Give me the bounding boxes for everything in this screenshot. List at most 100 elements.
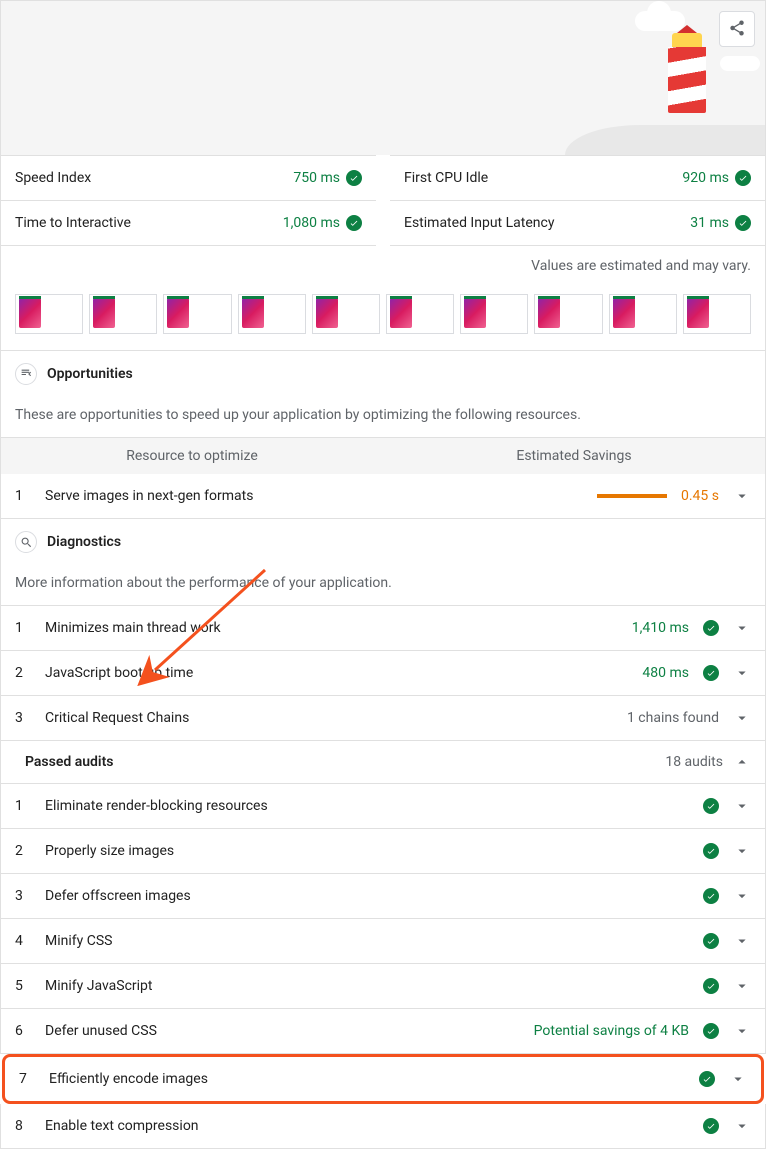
row-index: 6 bbox=[15, 1023, 31, 1039]
diagnostic-row[interactable]: 3 Critical Request Chains 1 chains found bbox=[0, 696, 766, 741]
audit-title: Properly size images bbox=[45, 843, 689, 859]
audit-title: Efficiently encode images bbox=[49, 1071, 685, 1087]
audit-title: Critical Request Chains bbox=[45, 710, 613, 726]
opportunities-columns: Resource to optimize Estimated Savings bbox=[0, 437, 766, 474]
diagnostic-value: 480 ms bbox=[642, 665, 689, 681]
section-title: Opportunities bbox=[47, 366, 133, 382]
magnify-icon bbox=[15, 531, 37, 553]
diagnostic-row[interactable]: 2JavaScript boot-up time480 ms bbox=[0, 651, 766, 696]
opportunities-icon bbox=[15, 363, 37, 385]
chevron-down-icon bbox=[729, 1070, 747, 1088]
passed-audits-header[interactable]: Passed audits 18 audits bbox=[0, 741, 766, 783]
passed-count: 18 audits bbox=[665, 754, 723, 770]
share-icon bbox=[728, 19, 746, 40]
audit-title: Minify JavaScript bbox=[45, 978, 689, 994]
filmstrip-thumb[interactable] bbox=[89, 294, 157, 334]
chevron-down-icon bbox=[733, 1117, 751, 1135]
report-header bbox=[0, 0, 766, 155]
opportunities-desc: These are opportunities to speed up your… bbox=[0, 397, 766, 437]
opportunities-section-header: Opportunities bbox=[0, 351, 766, 397]
metric-label: Speed Index bbox=[15, 170, 91, 186]
passed-audit-row[interactable]: 3 Defer offscreen images bbox=[0, 874, 766, 919]
pass-check-icon bbox=[703, 798, 719, 814]
passed-audit-row[interactable]: 5 Minify JavaScript bbox=[0, 964, 766, 1009]
pass-check-icon bbox=[346, 215, 362, 231]
pass-check-icon bbox=[703, 978, 719, 994]
pass-check-icon bbox=[699, 1071, 715, 1087]
filmstrip-thumb[interactable] bbox=[238, 294, 306, 334]
filmstrip bbox=[0, 286, 766, 351]
metrics-grid: Speed Index 750 ms Time to Interactive 1,0… bbox=[0, 155, 766, 246]
metric-row: Estimated Input Latency31 ms bbox=[390, 201, 765, 246]
filmstrip-thumb[interactable] bbox=[386, 294, 454, 334]
opportunity-row[interactable]: 1 Serve images in next-gen formats 0.45 s bbox=[0, 474, 766, 519]
row-index: 3 bbox=[15, 710, 31, 726]
audit-title: Eliminate render-blocking resources bbox=[45, 798, 689, 814]
chevron-down-icon bbox=[733, 619, 751, 637]
pass-check-icon bbox=[703, 620, 719, 636]
metric-row: Time to Interactive 1,080 ms bbox=[1, 201, 376, 246]
diagnostic-value: 1,410 ms bbox=[632, 620, 689, 636]
metric-value: 31 ms bbox=[690, 215, 751, 231]
filmstrip-thumb[interactable] bbox=[460, 294, 528, 334]
pass-check-icon bbox=[703, 843, 719, 859]
chevron-down-icon bbox=[733, 487, 751, 505]
pass-check-icon bbox=[703, 1023, 719, 1039]
diagnostic-row[interactable]: 1Minimizes main thread work1,410 ms bbox=[0, 605, 766, 651]
chevron-down-icon bbox=[733, 709, 751, 727]
metric-value: 1,080 ms bbox=[283, 215, 362, 231]
diagnostics-section-header: Diagnostics bbox=[0, 519, 766, 565]
audit-title: Serve images in next-gen formats bbox=[45, 488, 583, 504]
passed-audit-row[interactable]: 2 Properly size images bbox=[0, 829, 766, 874]
chevron-down-icon bbox=[733, 797, 751, 815]
audit-title: Enable text compression bbox=[45, 1118, 689, 1134]
savings-bar bbox=[597, 494, 667, 498]
row-index: 2 bbox=[15, 843, 31, 859]
passed-audit-row[interactable]: 1 Eliminate render-blocking resources bbox=[0, 783, 766, 829]
share-button[interactable] bbox=[719, 11, 755, 47]
row-index: 3 bbox=[15, 888, 31, 904]
filmstrip-thumb[interactable] bbox=[163, 294, 231, 334]
pass-check-icon bbox=[703, 888, 719, 904]
passed-audit-row[interactable]: 8 Enable text compression bbox=[0, 1104, 766, 1149]
metric-label: Time to Interactive bbox=[15, 215, 131, 231]
chevron-down-icon bbox=[733, 664, 751, 682]
row-index: 1 bbox=[15, 798, 31, 814]
filmstrip-thumb[interactable] bbox=[683, 294, 751, 334]
passed-audit-row[interactable]: 6Defer unused CSSPotential savings of 4 … bbox=[0, 1009, 766, 1054]
cloud-icon bbox=[720, 56, 760, 71]
filmstrip-thumb[interactable] bbox=[534, 294, 602, 334]
filmstrip-thumb[interactable] bbox=[15, 294, 83, 334]
filmstrip-thumb[interactable] bbox=[609, 294, 677, 334]
filmstrip-thumb[interactable] bbox=[312, 294, 380, 334]
col-resource: Resource to optimize bbox=[1, 438, 383, 474]
pass-check-icon bbox=[703, 933, 719, 949]
row-index: 1 bbox=[15, 620, 31, 636]
chevron-up-icon bbox=[733, 753, 751, 771]
chevron-down-icon bbox=[733, 887, 751, 905]
chevron-down-icon bbox=[733, 932, 751, 950]
row-index: 5 bbox=[15, 978, 31, 994]
metric-value: 920 ms bbox=[682, 170, 751, 186]
pass-check-icon bbox=[703, 665, 719, 681]
col-savings: Estimated Savings bbox=[383, 438, 765, 474]
pass-check-icon bbox=[703, 1118, 719, 1134]
audit-title: Defer unused CSS bbox=[45, 1023, 520, 1039]
passed-audit-row[interactable]: 4Minify CSS bbox=[0, 919, 766, 964]
metric-row: Speed Index 750 ms bbox=[1, 155, 376, 201]
pass-check-icon bbox=[735, 170, 751, 186]
row-index: 7 bbox=[19, 1071, 35, 1087]
savings-value: 0.45 s bbox=[681, 488, 719, 504]
row-index: 8 bbox=[15, 1118, 31, 1134]
pass-check-icon bbox=[346, 170, 362, 186]
lighthouse-icon bbox=[664, 47, 710, 135]
passed-audit-row[interactable]: 7 Efficiently encode images bbox=[2, 1054, 764, 1104]
diagnostic-value: 1 chains found bbox=[627, 710, 719, 726]
metric-label: First CPU Idle bbox=[404, 170, 488, 186]
row-index: 1 bbox=[15, 488, 31, 504]
audit-title: Defer offscreen images bbox=[45, 888, 689, 904]
chevron-down-icon bbox=[733, 842, 751, 860]
chevron-down-icon bbox=[733, 1022, 751, 1040]
section-title: Diagnostics bbox=[47, 534, 121, 550]
metric-value: 750 ms bbox=[293, 170, 362, 186]
